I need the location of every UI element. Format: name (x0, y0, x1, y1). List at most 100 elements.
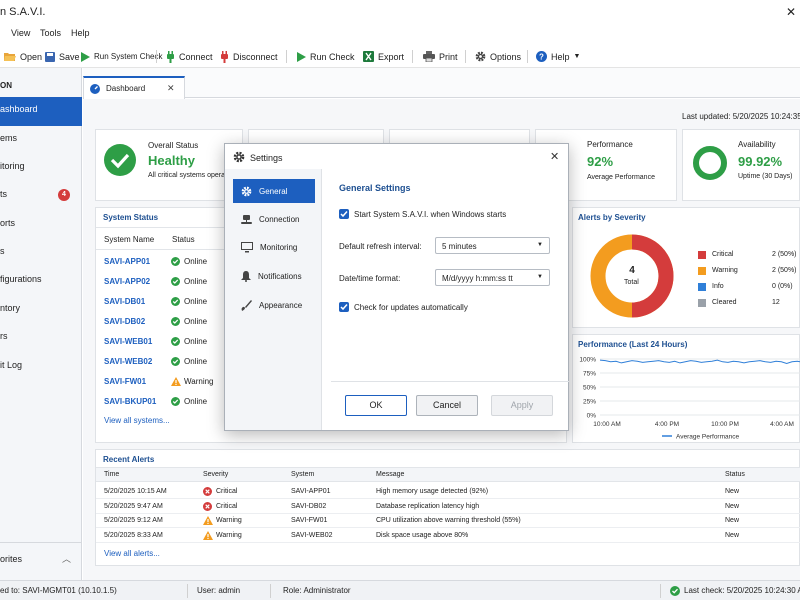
run-system-check-button[interactable]: Run System Check (81, 48, 162, 65)
alert-system: SAVI-APP01 (291, 488, 331, 495)
view-all-alerts-link[interactable]: View all alerts... (104, 549, 160, 558)
legend-value: 2 (50%) (772, 251, 797, 258)
status-divider (660, 584, 661, 598)
table-row[interactable]: SAVI-APP02 Online (96, 273, 226, 293)
system-name-link[interactable]: SAVI-DB02 (104, 317, 145, 326)
ok-button[interactable]: OK (345, 395, 407, 416)
disconnect-button[interactable]: Disconnect (220, 48, 278, 65)
donut-slice-critical (631, 234, 674, 318)
sidebar-item-audit-log[interactable]: it Log (0, 353, 82, 382)
general-settings-heading: General Settings (339, 183, 411, 193)
table-row[interactable]: 5/20/2025 9:12 AM Warning SAVI-FW01 CPU uti… (96, 514, 800, 529)
menu-view[interactable]: View (11, 28, 30, 38)
print-button[interactable]: Print (423, 48, 458, 65)
overall-status-label: Overall Status (148, 141, 199, 150)
nav-appearance[interactable]: Appearance (233, 293, 315, 317)
system-name-link[interactable]: SAVI-WEB01 (104, 337, 152, 346)
system-status-text: Online (184, 297, 208, 306)
checkmark-icon (340, 211, 348, 218)
alert-status: New (725, 517, 740, 525)
sidebar-item-users[interactable]: rs (0, 324, 82, 353)
chevron-down-icon: ▼ (537, 274, 543, 280)
nav-general[interactable]: General (233, 179, 315, 203)
sidebar-item-dashboard[interactable]: ashboard (0, 97, 82, 126)
start-with-windows-checkbox[interactable] (339, 209, 349, 219)
sidebar-item-reports[interactable]: orts (0, 211, 82, 240)
system-name-link[interactable]: SAVI-WEB02 (104, 357, 152, 366)
cancel-button[interactable]: Cancel (416, 395, 478, 416)
help-button[interactable]: ? Help ▼ (536, 48, 580, 65)
system-name-link[interactable]: SAVI-FW01 (104, 377, 146, 386)
check-circle-icon (104, 144, 136, 176)
nav-connection[interactable]: Connection (233, 207, 315, 231)
apply-button[interactable]: Apply (491, 395, 553, 416)
tab-strip (83, 68, 800, 98)
view-all-systems-link[interactable]: View all systems... (104, 416, 170, 425)
warning-icon (203, 531, 213, 541)
menu-tools[interactable]: Tools (40, 28, 61, 38)
sidebar-item-inventory[interactable]: ntory (0, 296, 82, 325)
alert-severity: Critical (216, 502, 238, 510)
open-button[interactable]: Open (4, 48, 42, 65)
sidebar-item-monitoring[interactable]: itoring (0, 154, 82, 183)
nav-notifications[interactable]: Notifications (233, 264, 315, 288)
sidebar-item-tools[interactable]: s (0, 239, 82, 268)
nav-monitoring[interactable]: Monitoring (233, 235, 315, 259)
legend-value: 2 (50%) (772, 267, 797, 274)
toolbar-divider (527, 50, 528, 63)
role-status: Role: Administrator (283, 586, 351, 595)
export-button[interactable]: Export (363, 48, 404, 65)
options-button[interactable]: Options (475, 48, 521, 65)
table-row[interactable]: SAVI-APP01 Online (96, 253, 226, 273)
table-row[interactable]: SAVI-DB01 Online (96, 293, 226, 313)
monitor-icon (241, 241, 253, 252)
availability-ring (693, 146, 727, 180)
table-row[interactable]: 5/20/2025 8:33 AM Warning SAVI-WEB02 Disk s… (96, 529, 800, 544)
refresh-interval-select[interactable]: 5 minutes ▼ (435, 237, 550, 254)
system-name-link[interactable]: SAVI-BKUP01 (104, 397, 156, 406)
y-tick-label: 25% (583, 399, 596, 406)
last-check-status: Last check: 5/20/2025 10:24:30 AM (684, 586, 800, 595)
performance-sub: Average Performance (587, 174, 655, 181)
table-row[interactable]: SAVI-FW01 Warning (96, 373, 226, 393)
datetime-format-select[interactable]: M/d/yyyy h:mm:ss tt ▼ (435, 269, 550, 286)
performance-value: 92% (587, 154, 614, 169)
connect-button[interactable]: Connect (166, 48, 213, 65)
alert-time: 5/20/2025 9:47 AM (104, 502, 163, 510)
save-button[interactable]: Save (45, 48, 80, 65)
help-icon: ? (536, 51, 547, 62)
plug-connect-icon (167, 50, 174, 63)
check-circle-icon (171, 337, 180, 346)
tab-close-icon[interactable]: ✕ (167, 83, 175, 94)
system-status-text: Warning (184, 377, 214, 386)
table-row[interactable]: SAVI-DB02 Online (96, 313, 226, 333)
system-name-link[interactable]: SAVI-DB01 (104, 297, 145, 306)
chevron-up-icon[interactable]: ︿ (62, 552, 71, 565)
table-row[interactable]: SAVI-WEB01 Online (96, 333, 226, 353)
title-bar: n S.A.V.I. ✕ (0, 0, 800, 24)
table-row[interactable]: 5/20/2025 10:15 AM Critical SAVI-APP01 High… (96, 485, 800, 499)
critical-icon (203, 501, 212, 511)
table-row[interactable]: SAVI-BKUP01 Online (96, 393, 226, 413)
status-divider (270, 584, 271, 598)
sidebar-item-systems[interactable]: ems (0, 126, 82, 155)
refresh-interval-value: 5 minutes (442, 242, 477, 251)
tab-dashboard[interactable]: Dashboard ✕ (83, 76, 185, 99)
check-updates-checkbox[interactable] (339, 302, 349, 312)
nav-notifications-label: Notifications (258, 271, 302, 281)
user-status: User: admin (197, 586, 241, 595)
alert-time: 5/20/2025 8:33 AM (104, 532, 163, 540)
favorites-label[interactable]: orites (0, 554, 22, 564)
system-name-link[interactable]: SAVI-APP01 (104, 257, 150, 266)
system-name-link[interactable]: SAVI-APP02 (104, 277, 150, 286)
run-check-button[interactable]: Run Check (297, 48, 355, 65)
close-window-icon[interactable]: ✕ (786, 5, 796, 19)
system-status-title: System Status (103, 213, 159, 222)
play-icon (297, 51, 306, 62)
system-status-text: Online (184, 397, 208, 406)
dialog-close-icon[interactable]: ✕ (550, 150, 559, 163)
table-row[interactable]: 5/20/2025 9:47 AM Critical SAVI-DB02 Databa… (96, 500, 800, 514)
menu-help[interactable]: Help (71, 28, 90, 38)
sidebar-item-configurations[interactable]: figurations (0, 267, 82, 296)
table-row[interactable]: SAVI-WEB02 Online (96, 353, 226, 373)
